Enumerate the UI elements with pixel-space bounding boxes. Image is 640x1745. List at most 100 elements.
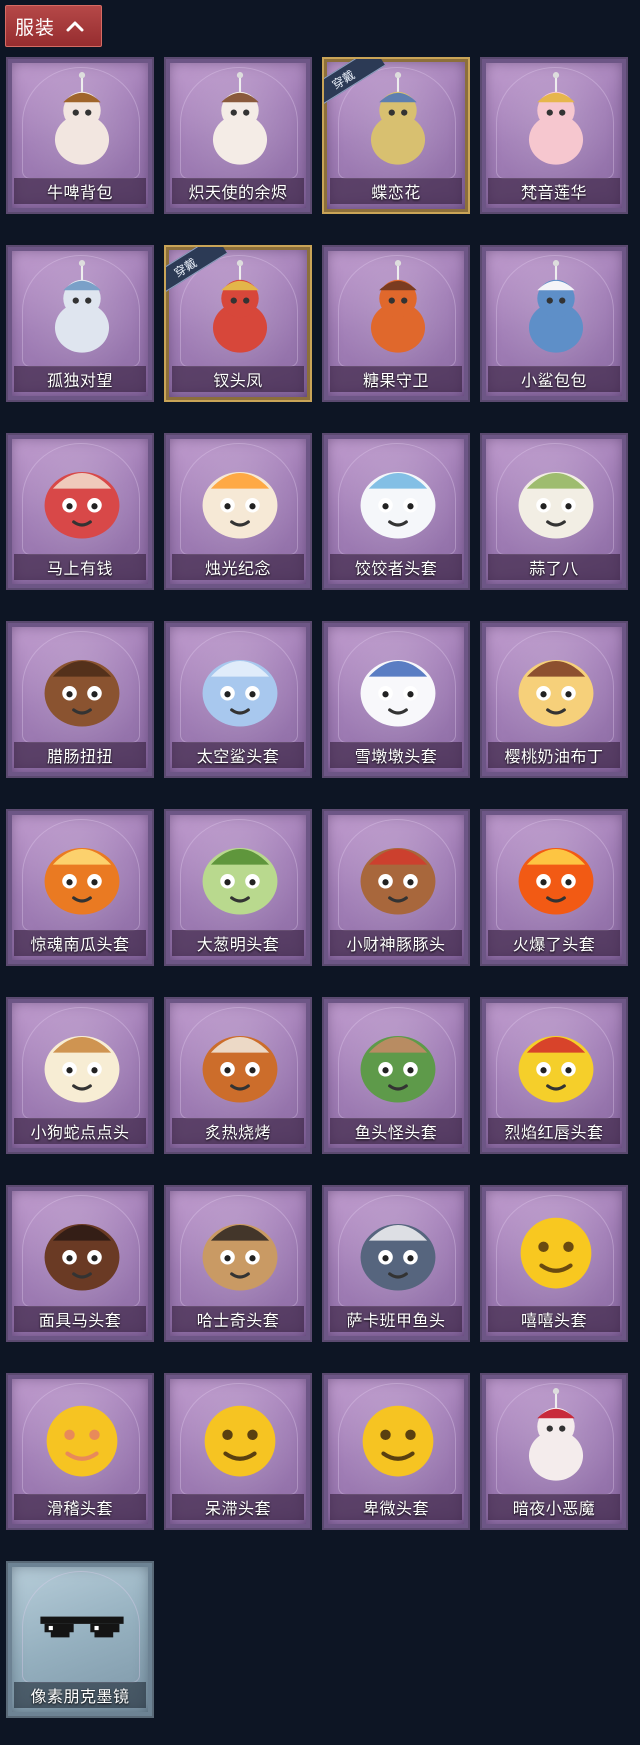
green-onion-head-icon (202, 847, 278, 915)
outfit-name: 梵音莲华 (520, 183, 587, 202)
outfit-name-bar: 烈焰红唇头套 (488, 1118, 620, 1144)
outfit-card[interactable]: 孤独对望 (6, 245, 154, 402)
outfit-card[interactable]: 梵音莲华 (480, 57, 628, 214)
outfit-card[interactable]: 饺饺者头套 (322, 433, 470, 590)
outfit-card[interactable]: 樱桃奶油布丁 (480, 621, 628, 778)
outfit-card[interactable]: 面具马头套 (6, 1185, 154, 1342)
white-hair-doll-icon (54, 260, 110, 353)
lotus-doll-icon (528, 72, 584, 165)
outfit-name-bar: 烛光纪念 (172, 554, 304, 580)
husky-sunglasses-head-icon (202, 1223, 278, 1291)
funny-emoji-head-icon (46, 1405, 118, 1477)
outfit-card[interactable]: 炙热烧烤 (164, 997, 312, 1154)
outfit-name-bar: 炙热烧烤 (172, 1118, 304, 1144)
outfit-name-bar: 滑稽头套 (14, 1494, 146, 1520)
outfit-card[interactable]: 哈士奇头套 (164, 1185, 312, 1342)
outfit-card[interactable]: 蒜了八 (480, 433, 628, 590)
outfit-name-bar: 惊魂南瓜头套 (14, 930, 146, 956)
outfit-name: 滑稽头套 (46, 1499, 113, 1518)
outfit-card[interactable]: 小财神豚豚头 (322, 809, 470, 966)
outfit-card[interactable]: 惊魂南瓜头套 (6, 809, 154, 966)
outfit-name-bar: 小鲨包包 (488, 366, 620, 392)
outfit-name-bar: 嘻嘻头套 (488, 1306, 620, 1332)
sacabambaspis-head-icon (360, 1223, 436, 1291)
outfit-name: 蝶恋花 (371, 183, 421, 202)
outfit-name: 鱼头怪头套 (354, 1123, 438, 1142)
humble-emoji-head-icon (362, 1405, 434, 1477)
pumpkin-guard-charm-icon (370, 260, 426, 353)
pudding-head-icon (518, 659, 594, 727)
outfit-card[interactable]: 卑微头套 (322, 1373, 470, 1530)
outfit-category-label: 服装 (15, 16, 56, 39)
outfit-name: 牛啤背包 (46, 183, 113, 202)
outfit-name: 钗头凤 (213, 371, 263, 390)
outfit-name-bar: 小财神豚豚头 (330, 930, 462, 956)
outfit-name: 炽天使的余烬 (188, 183, 288, 202)
outfit-card[interactable]: 炽天使的余烬 (164, 57, 312, 214)
outfit-name-bar: 面具马头套 (14, 1306, 146, 1332)
outfit-name: 雪墩墩头套 (354, 747, 438, 766)
dog-snake-head-icon (44, 1035, 120, 1103)
outfit-grid: 牛啤背包 炽天使的余烬 穿戴 蝶恋花 梵音莲华 孤独对望 穿戴 钗头凤 糖果守卫… (6, 57, 628, 1718)
outfit-card[interactable]: 火爆了头套 (480, 809, 628, 966)
red-horse-head-icon (44, 471, 120, 539)
outfit-name: 萨卡班甲鱼头 (346, 1311, 446, 1330)
outfit-card[interactable]: 萨卡班甲鱼头 (322, 1185, 470, 1342)
outfit-card[interactable]: 太空鲨头套 (164, 621, 312, 778)
outfit-name: 炙热烧烤 (204, 1123, 271, 1142)
outfit-name: 面具马头套 (38, 1311, 122, 1330)
outfit-name-bar: 呆滞头套 (172, 1494, 304, 1520)
garlic-head-icon (518, 471, 594, 539)
outfit-card[interactable]: 暗夜小恶魔 (480, 1373, 628, 1530)
outfit-name-bar: 饺饺者头套 (330, 554, 462, 580)
butterfly-bell-charm-icon (370, 72, 426, 165)
cow-barrel-backpack-icon (54, 72, 110, 165)
outfit-name: 烛光纪念 (204, 559, 271, 578)
outfit-card[interactable]: 呆滞头套 (164, 1373, 312, 1530)
outfit-name-bar: 鱼头怪头套 (330, 1118, 462, 1144)
outfit-name-bar: 雪墩墩头套 (330, 742, 462, 768)
fire-spirit-head-icon (518, 847, 594, 915)
outfit-card[interactable]: 马上有钱 (6, 433, 154, 590)
outfit-name: 小狗蛇点点头 (30, 1123, 130, 1142)
outfit-card[interactable]: 像素朋克墨镜 (6, 1561, 154, 1718)
outfit-card[interactable]: 烛光纪念 (164, 433, 312, 590)
outfit-card[interactable]: 大葱明头套 (164, 809, 312, 966)
outfit-name-bar: 糖果守卫 (330, 366, 462, 392)
dazed-emoji-head-icon (204, 1405, 276, 1477)
outfit-name-bar: 腊肠扭扭 (14, 742, 146, 768)
outfit-name-bar: 小狗蛇点点头 (14, 1118, 146, 1144)
outfit-name: 蒜了八 (529, 559, 579, 578)
outfit-card[interactable]: 嘻嘻头套 (480, 1185, 628, 1342)
outfit-card[interactable]: 穿戴 蝶恋花 (322, 57, 470, 214)
outfit-card[interactable]: 小狗蛇点点头 (6, 997, 154, 1154)
outfit-category-tab[interactable]: 服装 (5, 5, 102, 47)
fish-monster-head-icon (360, 1035, 436, 1103)
outfit-card[interactable]: 腊肠扭扭 (6, 621, 154, 778)
outfit-card[interactable]: 雪墩墩头套 (322, 621, 470, 778)
outfit-card[interactable]: 穿戴 钗头凤 (164, 245, 312, 402)
outfit-name-bar: 蝶恋花 (330, 178, 462, 204)
outfit-name-bar: 炽天使的余烬 (172, 178, 304, 204)
outfit-name-bar: 卑微头套 (330, 1494, 462, 1520)
pixel-sunglasses-icon (40, 1616, 124, 1638)
outfit-name: 卑微头套 (362, 1499, 429, 1518)
chevron-up-icon (66, 21, 84, 32)
dachshund-head-icon (44, 659, 120, 727)
outfit-name-bar: 萨卡班甲鱼头 (330, 1306, 462, 1332)
outfit-name: 暗夜小恶魔 (512, 1499, 596, 1518)
little-shark-bag-icon (528, 260, 584, 353)
outfit-card[interactable]: 糖果守卫 (322, 245, 470, 402)
outfit-card[interactable]: 小鲨包包 (480, 245, 628, 402)
outfit-name: 糖果守卫 (362, 371, 429, 390)
outfit-name: 孤独对望 (46, 371, 113, 390)
outfit-card[interactable]: 牛啤背包 (6, 57, 154, 214)
outfit-card[interactable]: 滑稽头套 (6, 1373, 154, 1530)
capybara-god-head-icon (360, 847, 436, 915)
space-shark-head-icon (202, 659, 278, 727)
outfit-name: 小鲨包包 (520, 371, 587, 390)
outfit-card[interactable]: 鱼头怪头套 (322, 997, 470, 1154)
outfit-name: 小财神豚豚头 (346, 935, 446, 954)
outfit-name: 饺饺者头套 (354, 559, 438, 578)
outfit-card[interactable]: 烈焰红唇头套 (480, 997, 628, 1154)
